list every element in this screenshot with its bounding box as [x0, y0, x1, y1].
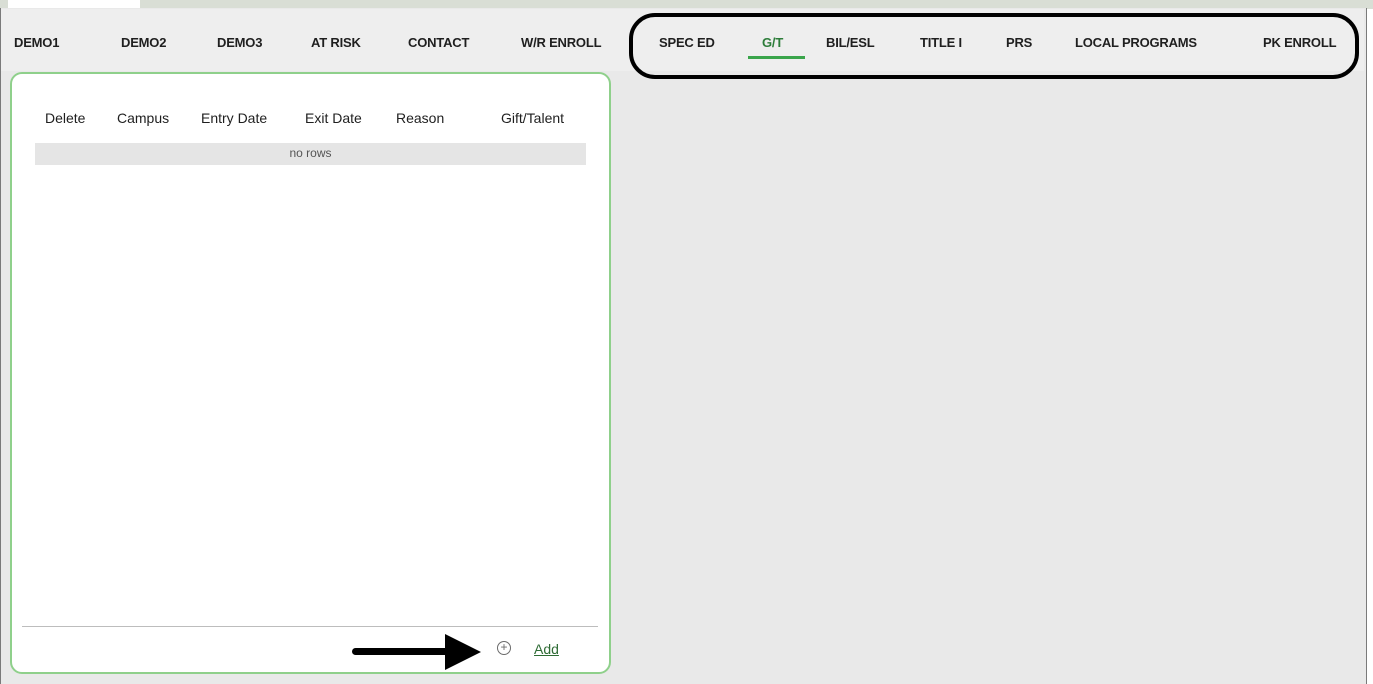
column-header-gift-talent[interactable]: Gift/Talent [501, 110, 564, 126]
empty-table-message: no rows [289, 146, 332, 160]
pointer-arrow-head [445, 634, 481, 670]
pointer-arrow-shaft [352, 648, 452, 655]
tab-at-risk[interactable]: AT RISK [311, 35, 361, 50]
column-header-campus[interactable]: Campus [117, 110, 169, 126]
column-header-exit-date[interactable]: Exit Date [305, 110, 362, 126]
plus-circle-icon[interactable]: + [497, 641, 511, 655]
column-header-delete[interactable]: Delete [45, 110, 85, 126]
tab-demo3[interactable]: DEMO3 [217, 35, 262, 50]
tab-demo1[interactable]: DEMO1 [14, 35, 59, 50]
tab-wr-enroll[interactable]: W/R ENROLL [521, 35, 602, 50]
column-header-reason[interactable]: Reason [396, 110, 444, 126]
empty-table-row: no rows [35, 143, 586, 165]
top-strip-gap [8, 0, 140, 8]
highlight-oval [629, 13, 1359, 79]
tab-demo2[interactable]: DEMO2 [121, 35, 166, 50]
add-button[interactable]: Add [534, 641, 559, 657]
tab-contact[interactable]: CONTACT [408, 35, 469, 50]
panel-footer-divider [22, 626, 598, 627]
column-header-entry-date[interactable]: Entry Date [201, 110, 267, 126]
